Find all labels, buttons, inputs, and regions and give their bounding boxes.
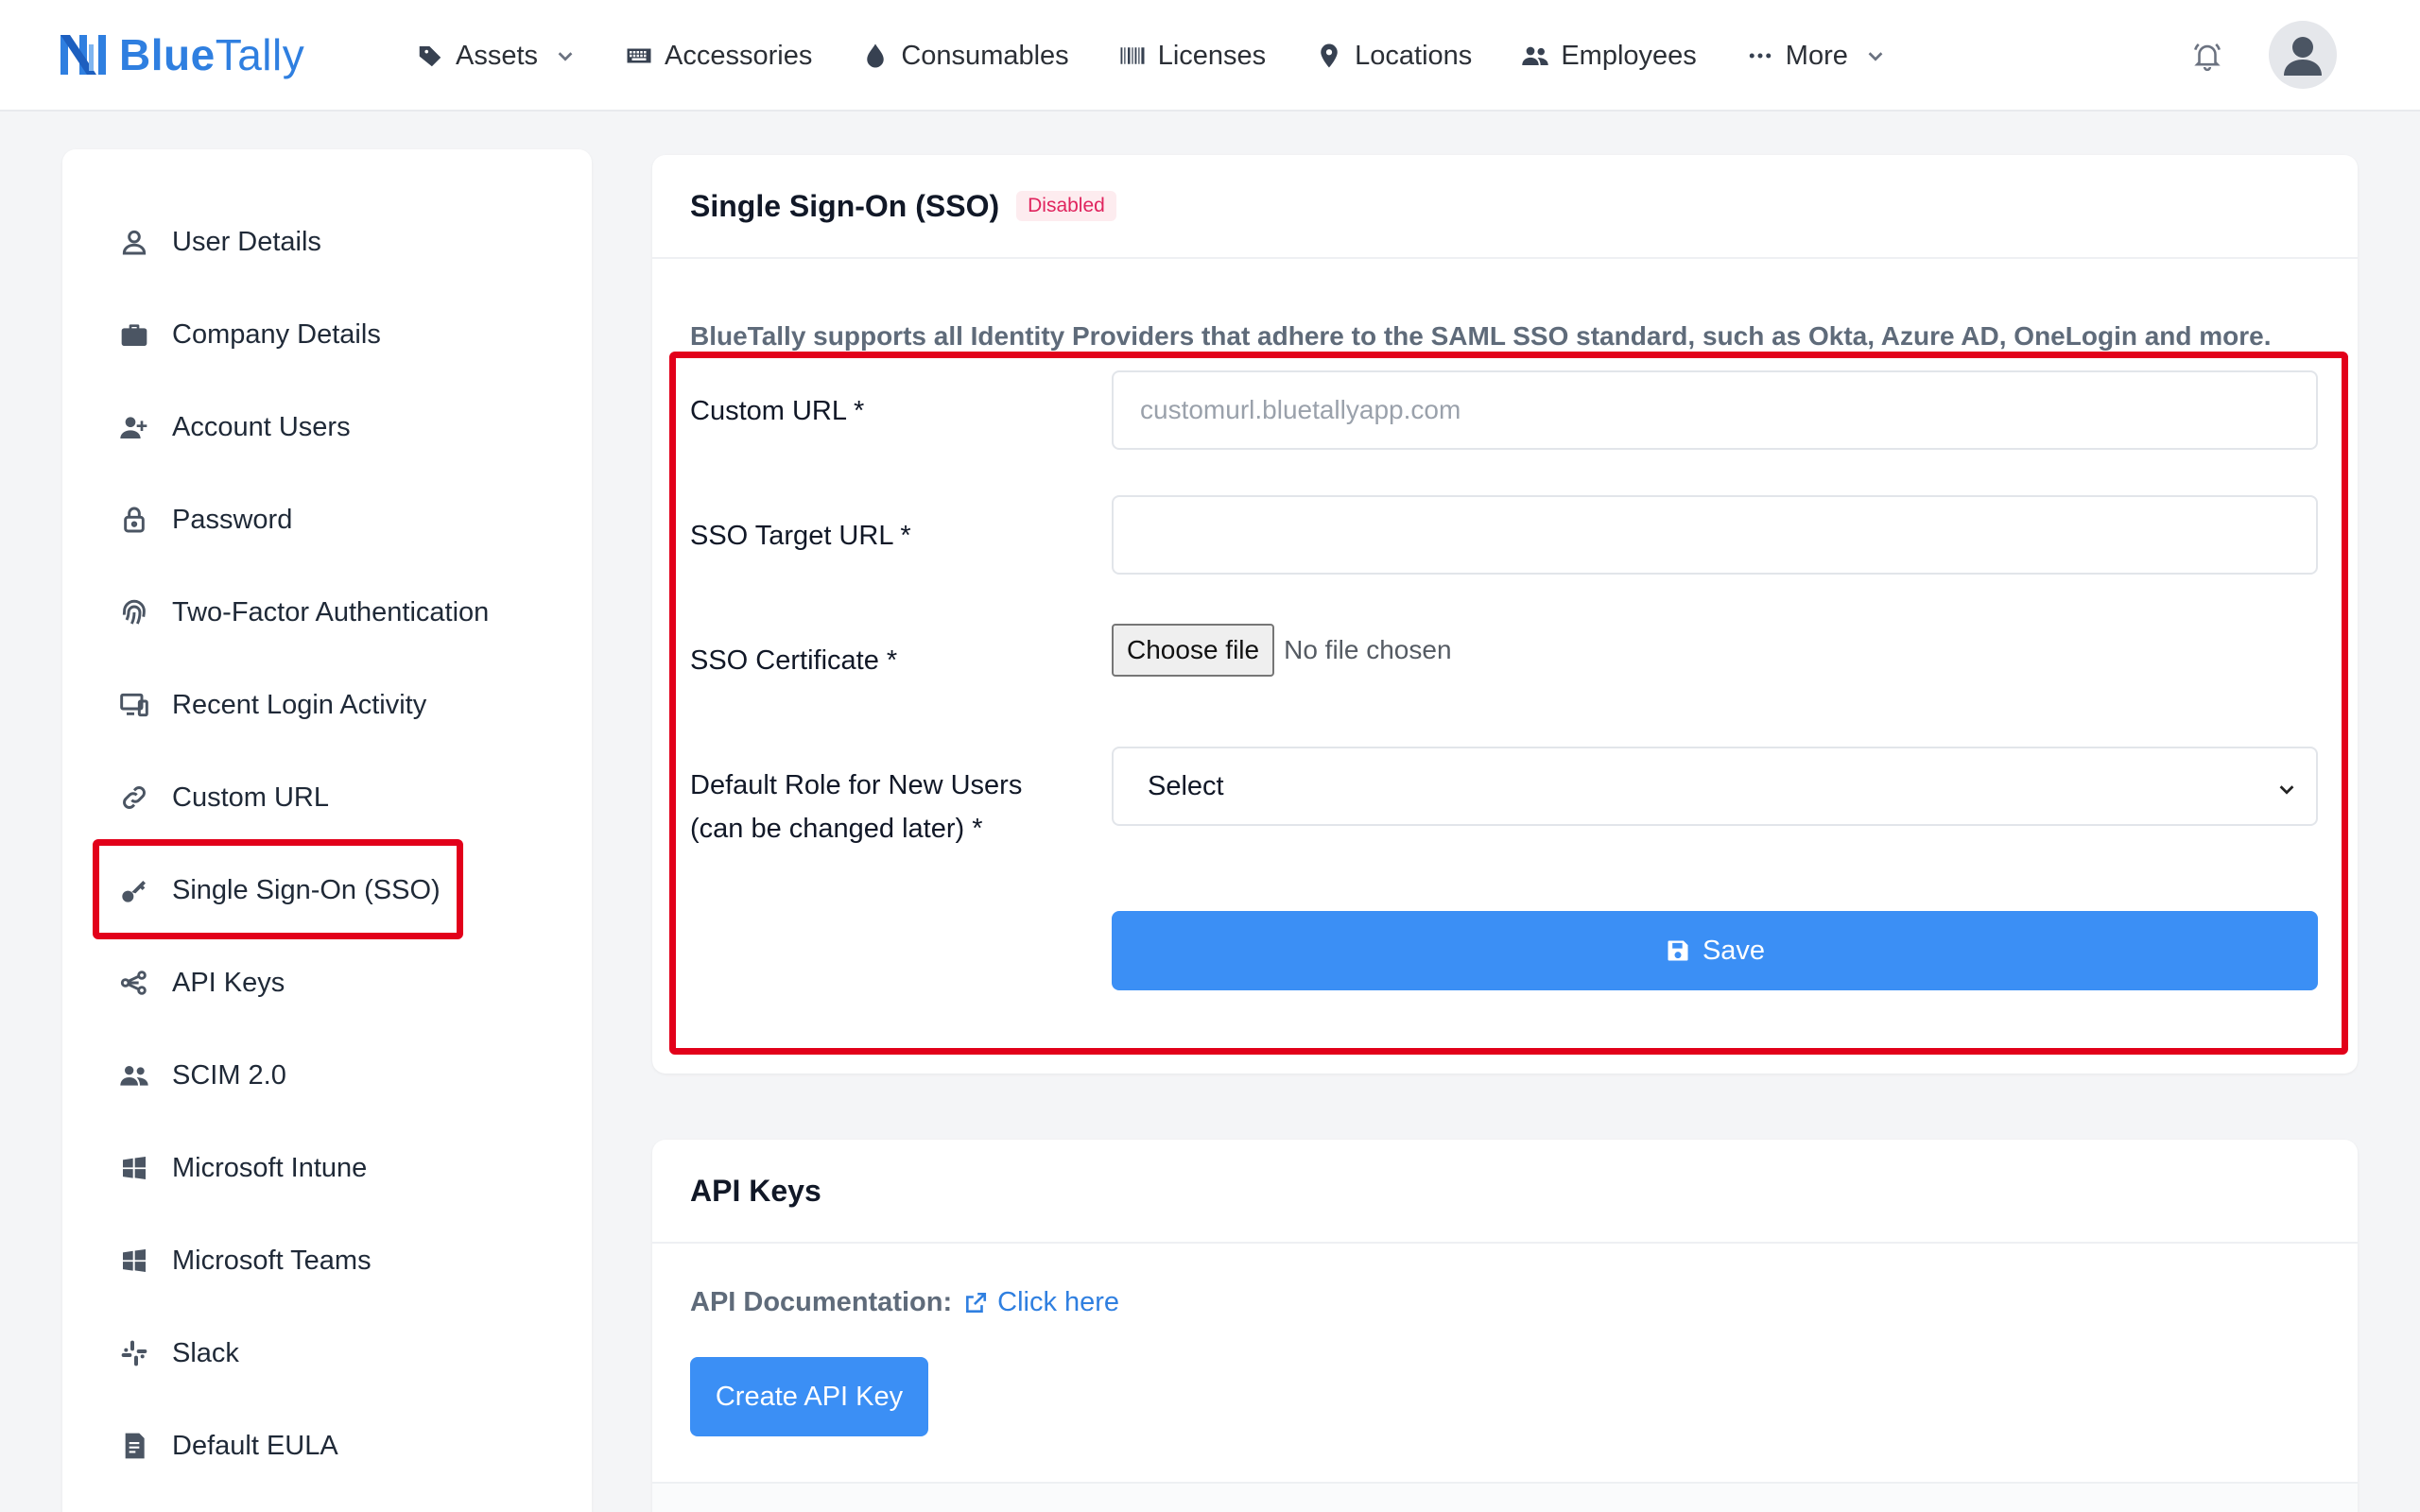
user-silhouette-icon (2284, 37, 2322, 76)
brand-logo[interactable]: BlueTally (59, 28, 304, 81)
brand-name: BlueTally (119, 30, 305, 79)
nav-assets[interactable]: Assets (416, 41, 576, 72)
sso-card-header: Single Sign-On (SSO) Disabled (652, 155, 2358, 259)
slack-icon (121, 1340, 147, 1366)
windows-icon (123, 1249, 146, 1272)
map-pin-icon (1321, 43, 1338, 68)
sidebar-item-microsoft-teams[interactable]: Microsoft Teams (119, 1232, 372, 1289)
default-role-select[interactable]: Select (1112, 747, 2318, 826)
sidebar-item-sso[interactable]: Single Sign-On (SSO) (119, 862, 441, 919)
link-icon (123, 786, 146, 809)
devices-icon (120, 693, 148, 717)
sidebar-item-two-factor[interactable]: Two-Factor Authentication (119, 584, 489, 641)
drop-icon (867, 43, 885, 68)
main-nav: Assets Accessories Consumables Licenses … (416, 0, 1935, 112)
custom-url-label: Custom URL * (690, 396, 865, 426)
barcode-icon (1120, 47, 1145, 64)
file-status-text: No file chosen (1284, 635, 1452, 664)
sidebar-item-custom-url[interactable]: Custom URL (119, 769, 329, 826)
api-documentation: API Documentation: Click here (690, 1287, 1119, 1318)
tag-icon (419, 46, 441, 67)
share-nodes-icon (120, 971, 147, 995)
choose-file-button[interactable]: Choose file (1112, 624, 1275, 677)
save-button[interactable]: Save (1112, 911, 2318, 990)
api-doc-link[interactable]: Click here (963, 1287, 1119, 1318)
lock-icon (124, 507, 145, 533)
chevron-down-icon (1868, 52, 1883, 61)
sso-certificate-label: SSO Certificate * (690, 645, 898, 676)
sidebar-item-user-details[interactable]: User Details (119, 214, 321, 270)
sso-certificate-file-input: Choose file No file chosen (1112, 624, 1452, 677)
chevron-down-icon (2279, 785, 2294, 795)
sso-intro-text: BlueTally supports all Identity Provider… (690, 321, 2272, 351)
windows-icon (123, 1157, 146, 1179)
nav-locations[interactable]: Locations (1315, 41, 1472, 72)
key-icon (122, 881, 146, 902)
notification-bell-icon[interactable] (2191, 40, 2223, 72)
api-keys-title: API Keys (690, 1173, 821, 1208)
keyboard-icon (627, 48, 651, 63)
settings-sidebar: User Details Company Details Account Use… (62, 149, 592, 1512)
floppy-disk-icon (1668, 940, 1688, 961)
nav-employees[interactable]: Employees (1521, 41, 1697, 72)
sidebar-item-recent-login[interactable]: Recent Login Activity (119, 677, 426, 733)
api-keys-card: API Keys API Documentation: Click here C… (652, 1140, 2358, 1512)
sidebar-item-scim[interactable]: SCIM 2.0 (119, 1047, 286, 1104)
top-navbar: BlueTally Assets Accessories Consumables… (0, 0, 2420, 112)
briefcase-icon (121, 324, 147, 346)
sso-target-url-label: SSO Target URL * (690, 521, 911, 551)
api-doc-label: API Documentation: (690, 1287, 953, 1317)
document-icon (125, 1433, 145, 1459)
nav-licenses[interactable]: Licenses (1118, 41, 1266, 72)
create-api-key-button[interactable]: Create API Key (690, 1357, 928, 1436)
default-role-label: Default Role for New Users (can be chang… (690, 770, 1023, 844)
sidebar-item-account-users[interactable]: Account Users (119, 399, 351, 455)
sidebar-item-slack[interactable]: Slack (119, 1325, 239, 1382)
sidebar-item-microsoft-intune[interactable]: Microsoft Intune (119, 1140, 367, 1196)
external-link-icon (966, 1292, 987, 1313)
sso-card: Single Sign-On (SSO) Disabled BlueTally … (652, 155, 2358, 1074)
sidebar-item-company-details[interactable]: Company Details (119, 306, 381, 363)
status-badge: Disabled (1016, 191, 1116, 221)
logo-mark-icon (60, 35, 106, 75)
sso-target-url-input[interactable] (1112, 495, 2318, 575)
chevron-down-icon (558, 52, 573, 61)
user-avatar[interactable] (2269, 21, 2337, 89)
sidebar-item-api-keys[interactable]: API Keys (119, 954, 285, 1011)
nav-consumables[interactable]: Consumables (861, 41, 1069, 72)
sidebar-item-default-eula[interactable]: Default EULA (119, 1418, 338, 1474)
api-keys-card-header: API Keys (652, 1140, 2358, 1244)
nav-more[interactable]: More (1746, 41, 1886, 72)
custom-url-input[interactable] (1112, 370, 2318, 450)
nav-accessories[interactable]: Accessories (625, 41, 812, 72)
fingerprint-icon (122, 599, 146, 625)
sidebar-item-password[interactable]: Password (119, 491, 292, 548)
ellipsis-icon (1749, 53, 1772, 59)
sso-title: Single Sign-On (SSO) (690, 188, 1000, 223)
users-icon (1522, 46, 1549, 65)
api-keys-table-header (652, 1482, 2358, 1512)
user-plus-icon (120, 417, 147, 438)
user-icon (122, 230, 147, 255)
users-icon (120, 1066, 148, 1086)
